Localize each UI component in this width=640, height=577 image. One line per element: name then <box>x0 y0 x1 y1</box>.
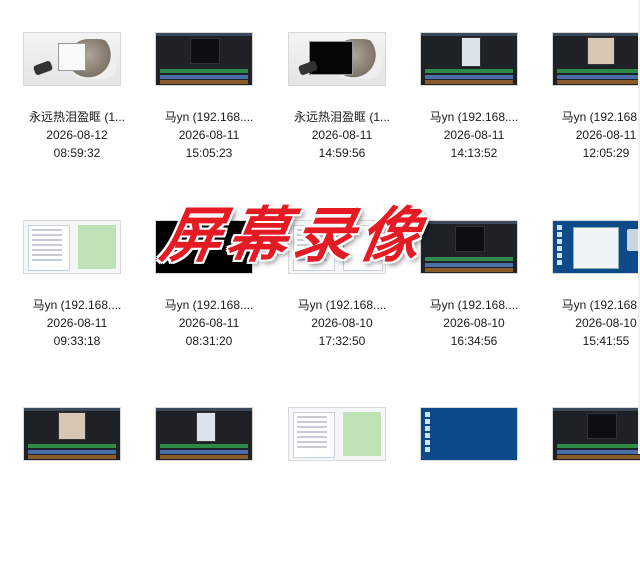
file-tile[interactable] <box>542 407 640 577</box>
file-date: 2026-08-11 <box>178 128 240 142</box>
file-time: 15:41:55 <box>582 334 630 348</box>
file-time: 17:32:50 <box>318 334 366 348</box>
file-time: 14:13:52 <box>450 146 498 160</box>
thumbnail-image <box>420 220 518 274</box>
file-grid: 永远热泪盈眶 (1... 2026-08-12 08:59:32 马yn (192.1… <box>0 0 640 461</box>
file-name: 马yn (192.168.... <box>429 110 519 124</box>
file-name: 永远热泪盈眶 (1... <box>28 110 125 124</box>
file-time: 08:31:20 <box>185 334 233 348</box>
file-name: 马yn (192.168.... <box>561 298 640 312</box>
thumbnail-image <box>552 407 640 461</box>
file-name: 马yn (192.168.... <box>32 298 122 312</box>
file-date: 2026-08-12 <box>46 128 108 142</box>
file-tile[interactable] <box>13 407 133 577</box>
file-time: 16:34:56 <box>450 334 498 348</box>
thumbnail-image <box>288 407 386 461</box>
file-date: 2026-08-10 <box>443 316 505 330</box>
thumbnail-image <box>288 220 386 274</box>
thumbnail-image <box>23 407 121 461</box>
file-name: 马yn (192.168.... <box>164 110 254 124</box>
thumbnail-image <box>23 32 121 86</box>
file-tile[interactable]: 马yn (192.168.... 2026-08-10 16:34:56 <box>410 220 530 390</box>
file-tile[interactable]: 永远热泪盈眶 (1... 2026-08-11 14:59:56 <box>278 32 398 202</box>
thumbnail-image <box>155 32 253 86</box>
file-tile[interactable]: 永远热泪盈眶 (1... 2026-08-12 08:59:32 <box>13 32 133 202</box>
file-tile[interactable]: 马yn (192.168.... 2026-08-11 12:05:29 <box>542 32 640 202</box>
file-tile[interactable] <box>410 407 530 577</box>
file-time: 09:33:18 <box>53 334 101 348</box>
thumbnail-image <box>288 32 386 86</box>
thumbnail-image <box>552 32 640 86</box>
thumbnail-image <box>420 32 518 86</box>
file-tile[interactable]: 马yn (192.168.... 2026-08-11 14:13:52 <box>410 32 530 202</box>
file-tile[interactable]: 马yn (192.168.... 2026-08-11 08:31:20 <box>145 220 265 390</box>
file-date: 2026-08-11 <box>46 316 108 330</box>
file-date: 2026-08-11 <box>178 316 240 330</box>
file-tile[interactable] <box>278 407 398 577</box>
file-name: 马yn (192.168.... <box>561 110 640 124</box>
file-date: 2026-08-11 <box>575 128 637 142</box>
thumbnail-image <box>420 407 518 461</box>
file-tile[interactable]: 马yn (192.168.... 2026-08-10 17:32:50 <box>278 220 398 390</box>
file-time: 08:59:32 <box>53 146 101 160</box>
file-name: 马yn (192.168.... <box>429 298 519 312</box>
file-tile[interactable] <box>145 407 265 577</box>
file-time: 15:05:23 <box>185 146 233 160</box>
file-tile[interactable]: 马yn (192.168.... 2026-08-10 15:41:55 <box>542 220 640 390</box>
file-date: 2026-08-11 <box>443 128 505 142</box>
file-time: 12:05:29 <box>582 146 630 160</box>
file-name: 永远热泪盈眶 (1... <box>293 110 390 124</box>
file-time: 14:59:56 <box>318 146 366 160</box>
file-date: 2026-08-10 <box>311 316 373 330</box>
file-date: 2026-08-10 <box>575 316 637 330</box>
thumbnail-image <box>155 407 253 461</box>
file-date: 2026-08-11 <box>311 128 373 142</box>
thumbnail-image <box>155 220 253 274</box>
file-name: 马yn (192.168.... <box>297 298 387 312</box>
file-tile[interactable]: 马yn (192.168.... 2026-08-11 09:33:18 <box>13 220 133 390</box>
file-name: 马yn (192.168.... <box>164 298 254 312</box>
thumbnail-image <box>23 220 121 274</box>
file-tile[interactable]: 马yn (192.168.... 2026-08-11 15:05:23 <box>145 32 265 202</box>
thumbnail-image <box>552 220 640 274</box>
